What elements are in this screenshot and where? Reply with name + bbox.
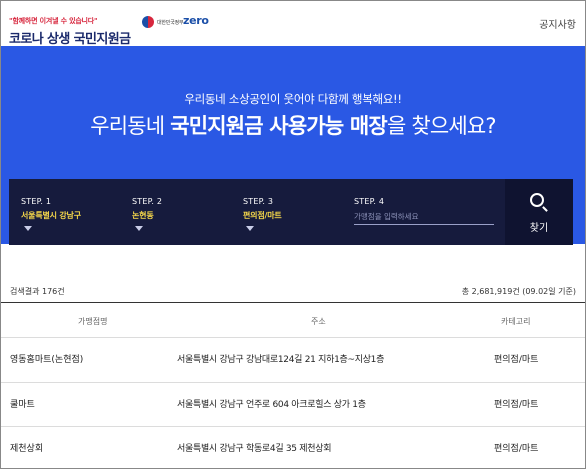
search-icon [530,193,544,207]
taeguk-icon [142,16,154,28]
store-name: 영동홈마트(논현점) [10,355,84,365]
store-address: 서울특별시 강남구 학동로4길 35 제천상회 [177,444,332,454]
site-header: "함께하면 이겨낼 수 있습니다" 코로나 상생 국민지원금 대한민국정부 ze… [0,0,586,47]
hero-headline-bold: 국민지원금 사용가능 매장 [170,114,388,138]
search-steps-bar: STEP. 1 서울특별시 강남구 STEP. 2 논현동 STEP. 3 편의… [9,179,573,245]
column-header-name: 가맹점명 [78,317,108,326]
table-top-rule [0,302,586,303]
table-row[interactable]: 영동홈마트(논현점) 서울특별시 강남구 강남대로124길 21 지하1층~지상… [0,338,586,382]
store-category: 편의점/마트 [494,444,539,454]
search-button[interactable]: 찾기 [505,179,573,245]
store-name-input[interactable] [354,209,494,225]
hero-headline: 우리동네 국민지원금 사용가능 매장을 찾으세요? [0,110,586,140]
caret-down-icon[interactable] [135,226,143,231]
store-category: 편의점/마트 [494,400,539,410]
gov-label: 대한민국정부 [157,19,184,26]
table-row[interactable]: 쿨마트 서울특별시 강남구 언주로 604 아크로힐스 상가 1층 편의점/마트 [0,383,586,427]
column-header-category: 카테고리 [501,317,531,326]
step-1-label: STEP. 1 [21,197,52,206]
zero-pay-logo: zero [183,14,209,27]
site-logo[interactable]: "함께하면 이겨낼 수 있습니다" 코로나 상생 국민지원금 [9,8,131,47]
caret-down-icon[interactable] [24,226,32,231]
hero-headline-post: 을 찾으세요? [386,114,497,138]
store-address: 서울특별시 강남구 강남대로124길 21 지하1층~지상1층 [177,355,385,365]
table-row[interactable]: 제천상회 서울특별시 강남구 학동로4길 35 제천상회 편의점/마트 [0,427,586,469]
notice-link[interactable]: 공지사항 [539,16,576,31]
column-header-address: 주소 [311,317,326,326]
hero-headline-pre: 우리동네 [90,114,171,138]
step-4-label: STEP. 4 [354,197,385,206]
search-button-label: 찾기 [529,223,549,234]
caret-down-icon[interactable] [246,226,254,231]
logo-title: 코로나 상생 국민지원금 [9,32,131,47]
store-address: 서울특별시 강남구 언주로 604 아크로힐스 상가 1층 [177,400,366,410]
step-1-value: 서울특별시 강남구 [21,211,81,220]
result-count: 검색결과 176건 [10,287,65,296]
step-2-label: STEP. 2 [132,197,163,206]
step-3-label: STEP. 3 [243,197,274,206]
step-3-value: 편의점/마트 [243,211,282,220]
step-2-value: 논현동 [132,211,154,220]
store-name: 쿨마트 [10,400,35,410]
store-name: 제천상회 [10,444,44,454]
logo-slogan: "함께하면 이겨낼 수 있습니다" [9,17,98,25]
hero-subtitle: 우리동네 소상공인이 웃어야 다함께 행복해요!! [184,92,402,106]
store-category: 편의점/마트 [494,355,539,365]
total-count: 총 2,681,919건 (09.02일 기준) [461,287,576,296]
government-emblem: 대한민국정부 [142,16,184,28]
